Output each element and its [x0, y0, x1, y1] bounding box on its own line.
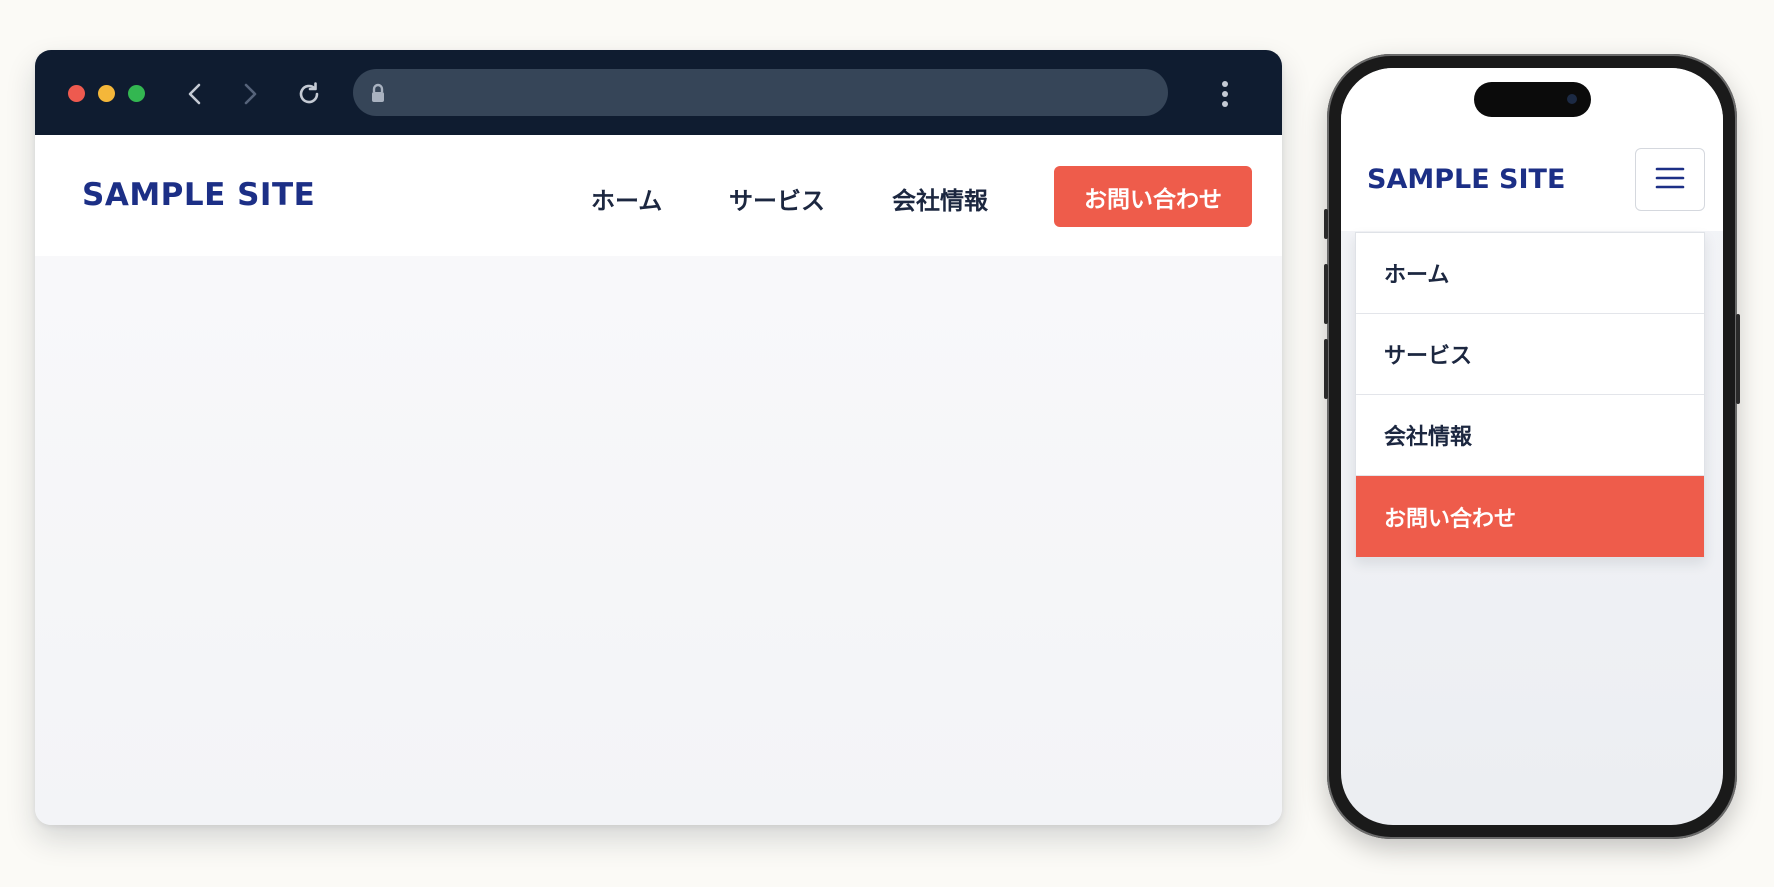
mobile-menu-item-contact[interactable]: お問い合わせ	[1356, 476, 1704, 557]
browser-toolbar	[35, 50, 1282, 135]
mobile-site-header: SAMPLE SITE	[1341, 68, 1723, 231]
desktop-browser-window: SAMPLE SITE ホーム サービス 会社情報 お問い合わせ	[35, 50, 1282, 825]
nav-link-home[interactable]: ホーム	[591, 181, 662, 216]
mobile-menu-item-services[interactable]: サービス	[1356, 314, 1704, 395]
mobile-phone-mockup: SAMPLE SITE ホーム サービス 会社情報 お問い合わせ	[1324, 54, 1740, 839]
hamburger-menu-button[interactable]	[1635, 148, 1705, 211]
site-logo[interactable]: SAMPLE SITE	[82, 177, 315, 213]
menu-dots-icon[interactable]	[1207, 76, 1243, 112]
hamburger-icon	[1655, 166, 1685, 194]
forward-icon[interactable]	[232, 76, 268, 112]
mobile-menu-item-home[interactable]: ホーム	[1356, 233, 1704, 314]
nav-link-company[interactable]: 会社情報	[892, 181, 988, 216]
back-icon[interactable]	[177, 76, 213, 112]
phone-power-button	[1736, 314, 1740, 404]
reload-icon[interactable]	[291, 76, 327, 112]
address-bar[interactable]	[353, 69, 1168, 116]
dynamic-island	[1474, 82, 1591, 117]
phone-side-button	[1324, 209, 1328, 239]
window-minimize-button[interactable]	[98, 85, 115, 102]
mobile-site-logo[interactable]: SAMPLE SITE	[1367, 164, 1565, 195]
lock-icon	[368, 82, 388, 104]
page-content-area	[35, 256, 1282, 825]
phone-volume-down-button	[1324, 339, 1328, 399]
mobile-menu-item-company[interactable]: 会社情報	[1356, 395, 1704, 476]
site-header: SAMPLE SITE ホーム サービス 会社情報 お問い合わせ	[35, 135, 1282, 256]
mobile-dropdown-menu: ホーム サービス 会社情報 お問い合わせ	[1355, 232, 1705, 558]
contact-button[interactable]: お問い合わせ	[1054, 166, 1252, 227]
window-maximize-button[interactable]	[128, 85, 145, 102]
phone-screen: SAMPLE SITE ホーム サービス 会社情報 お問い合わせ	[1341, 68, 1723, 825]
nav-link-services[interactable]: サービス	[729, 181, 825, 216]
window-close-button[interactable]	[68, 85, 85, 102]
camera-icon	[1567, 94, 1577, 104]
phone-volume-up-button	[1324, 264, 1328, 324]
